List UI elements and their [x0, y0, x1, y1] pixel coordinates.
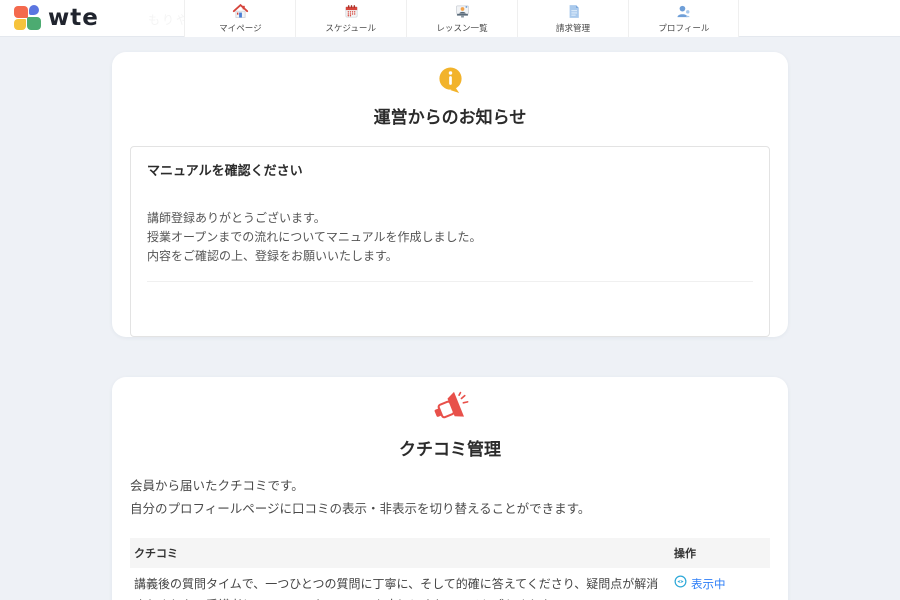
reviews-title: クチコミ管理 — [112, 435, 788, 460]
top-navigation-bar: wte もりや マイページ — [0, 0, 900, 37]
profile-icon — [675, 3, 692, 20]
notice-line: 内容をご確認の上、登録をお願いいたします。 — [147, 247, 753, 266]
visibility-toggle-button[interactable]: 表示中 — [674, 574, 726, 595]
notice-line: 授業オープンまでの流れについてマニュアルを作成しました。 — [147, 228, 753, 247]
megaphone-icon — [112, 377, 788, 427]
nav-label: プロフィール — [658, 21, 709, 33]
announcements-title: 運営からのお知らせ — [112, 103, 788, 128]
reviews-card: クチコミ管理 会員から届いたクチコミです。 自分のプロフィールページに口コミの表… — [112, 377, 788, 600]
home-icon — [232, 3, 249, 20]
notice-title: マニュアルを確認ください — [147, 160, 753, 179]
column-header-action: 操作 — [670, 538, 770, 568]
brand-logo[interactable]: wte — [0, 5, 99, 32]
reviews-description: 会員から届いたクチコミです。 自分のプロフィールページに口コミの表示・非表示を切… — [130, 474, 770, 520]
main-nav: マイページ スケジュール — [184, 0, 739, 37]
logo-text: wte — [48, 5, 99, 31]
page-content: 運営からのお知らせ マニュアルを確認ください 講師登録ありがとうございます。 授… — [0, 37, 900, 600]
calendar-icon — [343, 3, 360, 20]
desc-line: 会員から届いたクチコミです。 — [130, 474, 770, 497]
nav-label: マイページ — [219, 21, 262, 33]
status-label: 表示中 — [691, 574, 726, 595]
notice-divider — [147, 281, 753, 282]
info-bubble-icon — [112, 52, 788, 95]
column-header-review: クチコミ — [130, 538, 670, 568]
nav-item-schedule[interactable]: スケジュール — [295, 0, 406, 37]
nav-label: レッスン一覧 — [436, 21, 487, 33]
nav-item-mypage[interactable]: マイページ — [184, 0, 295, 37]
desc-line: 自分のプロフィールページに口コミの表示・非表示を切り替えることができます。 — [130, 497, 770, 520]
nav-item-profile[interactable]: プロフィール — [628, 0, 739, 37]
reviews-table: クチコミ 操作 講義後の質問タイムで、一つひとつの質問に丁寧に、そして的確に答え… — [130, 538, 770, 600]
notice-line: 講師登録ありがとうございます。 — [147, 209, 753, 228]
nav-label: スケジュール — [326, 21, 377, 33]
announcements-card: 運営からのお知らせ マニュアルを確認ください 講師登録ありがとうございます。 授… — [112, 52, 788, 337]
invoice-icon — [565, 3, 582, 20]
nav-label: 請求管理 — [556, 21, 590, 33]
eye-icon — [674, 574, 687, 595]
table-header-row: クチコミ 操作 — [130, 538, 770, 568]
notice-box: マニュアルを確認ください 講師登録ありがとうございます。 授業オープンまでの流れ… — [130, 146, 770, 337]
nav-item-lessons[interactable]: レッスン一覧 — [406, 0, 517, 37]
table-row: 講義後の質問タイムで、一つひとつの質問に丁寧に、そして的確に答えてくださり、疑問… — [130, 568, 770, 600]
review-text: 講義後の質問タイムで、一つひとつの質問に丁寧に、そして的確に答えてくださり、疑問… — [130, 568, 670, 600]
notice-body: 講師登録ありがとうございます。 授業オープンまでの流れについてマニュアルを作成し… — [147, 209, 753, 266]
nav-item-billing[interactable]: 請求管理 — [517, 0, 628, 37]
lesson-icon — [454, 3, 471, 20]
logo-mark-icon — [14, 5, 41, 32]
